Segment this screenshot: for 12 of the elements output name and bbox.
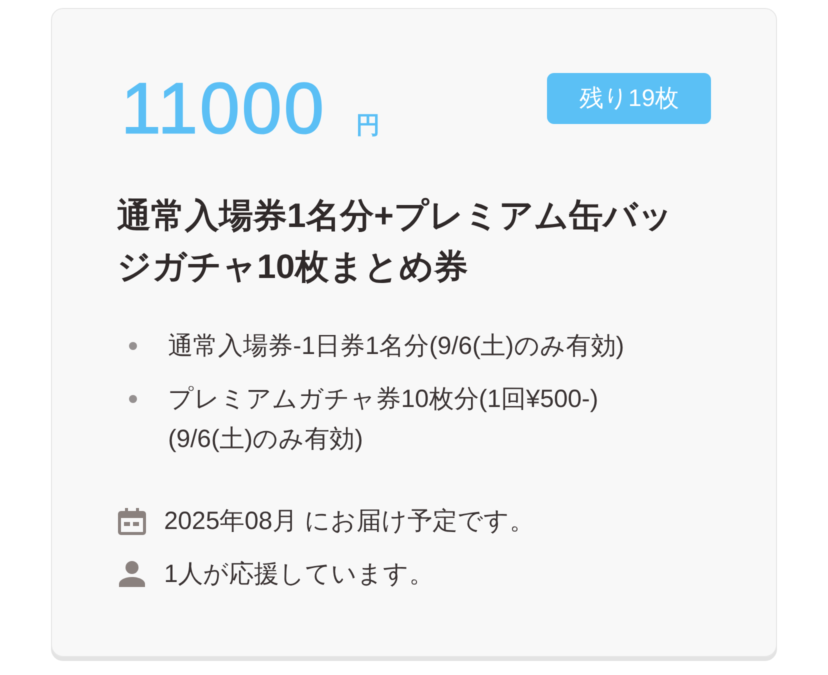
person-icon (119, 561, 145, 587)
ticket-title: 通常入場券1名分+プレミアム缶バッジガチャ10枚まとめ券 (117, 196, 674, 288)
calendar-icon (118, 507, 146, 535)
list-item-text: 通常入場券-1日券1名分(9/6(土)のみ有効) (168, 331, 626, 362)
bullet-icon (129, 395, 137, 403)
supporter-count-text: 1人が応援しています。 (164, 559, 434, 590)
stock-badge: 残り19枚 (547, 73, 711, 124)
bullet-icon (129, 342, 137, 350)
price-amount: 11000 (121, 68, 326, 151)
price-unit: 円 (356, 111, 380, 141)
list-item-text: プレミアムガチャ券10枚分(1回¥500-)(9/6(土)のみ有効) (168, 384, 600, 455)
delivery-date-text: 2025年08月 にお届け予定です。 (164, 506, 534, 537)
